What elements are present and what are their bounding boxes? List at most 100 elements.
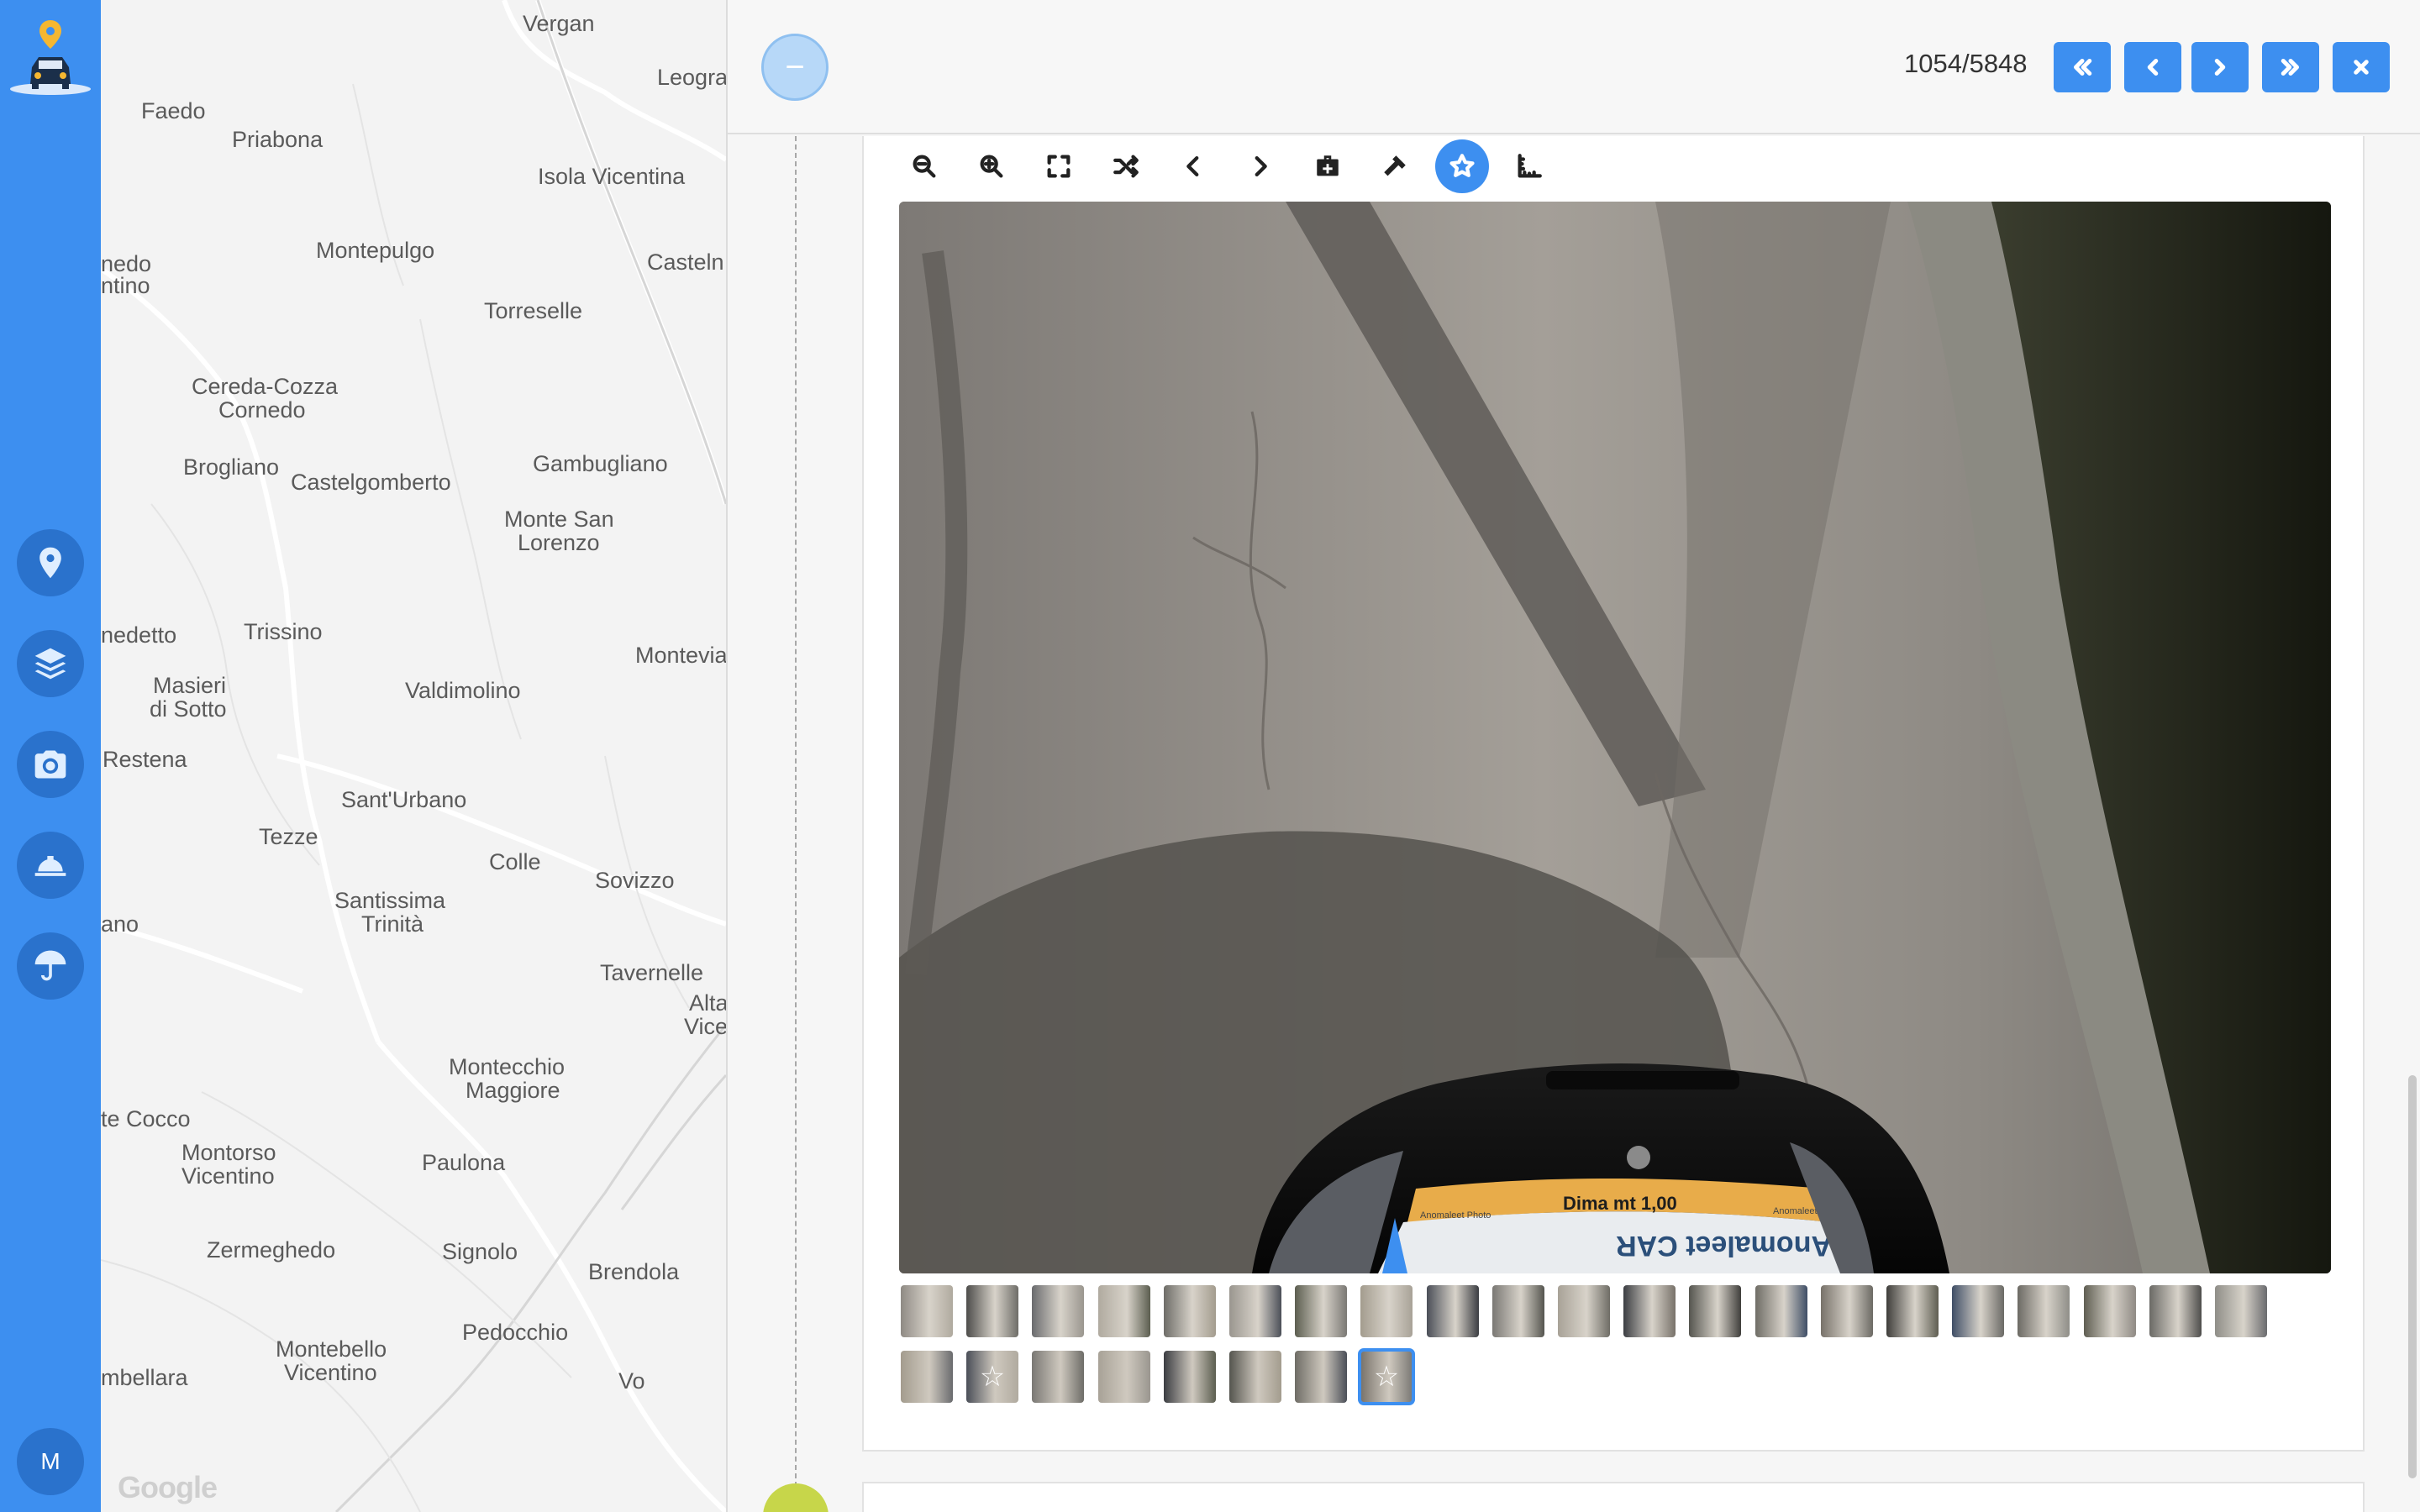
map-place-label: Masieri [153, 673, 227, 698]
thumbnail[interactable] [1229, 1351, 1281, 1403]
helmet-icon [34, 856, 66, 876]
app-logo[interactable] [8, 15, 92, 99]
fullscreen-button[interactable] [1032, 139, 1086, 193]
zoom-in-icon [980, 155, 1003, 178]
map-place-label: Montevia [635, 643, 726, 668]
helmet-button[interactable] [17, 832, 84, 899]
zoom-in-button[interactable] [965, 139, 1018, 193]
favorite-button[interactable] [1435, 139, 1489, 193]
map-marker-button[interactable] [17, 529, 84, 596]
map-place-label: Gambugliano [533, 451, 668, 476]
thumbnail[interactable] [1952, 1285, 2004, 1337]
map-place-label: Maggiore [466, 1078, 560, 1103]
map-place-label: Brendola [588, 1259, 680, 1284]
chevron-left-icon [1186, 155, 1199, 177]
next-photo-button[interactable] [2191, 42, 2249, 92]
map-place-label: Restena [103, 747, 187, 772]
medkit-icon [1317, 155, 1339, 176]
umbrella-icon [34, 950, 66, 981]
thumbnail[interactable] [1295, 1285, 1347, 1337]
map-place-label: Montecchio [449, 1054, 566, 1079]
next-button[interactable] [1234, 139, 1287, 193]
close-icon [2354, 60, 2369, 75]
thumbnail[interactable] [1360, 1285, 1413, 1337]
camera-button[interactable] [17, 731, 84, 798]
map-place-label: Faedo [141, 98, 206, 123]
thumbnail[interactable] [1032, 1351, 1084, 1403]
thumbnail[interactable] [1755, 1285, 1807, 1337]
chevron-left-icon [2147, 59, 2159, 76]
thumbnail[interactable] [2018, 1285, 2070, 1337]
thumbnail[interactable] [1098, 1285, 1150, 1337]
thumbnail[interactable] [901, 1351, 953, 1403]
measure-button[interactable] [1502, 139, 1556, 193]
map-roads [101, 0, 726, 1512]
zoom-out-icon [913, 155, 936, 178]
map-place-label: ntino [101, 273, 150, 298]
first-photo-button[interactable] [2054, 42, 2111, 92]
thumbnail[interactable] [2215, 1285, 2267, 1337]
star-icon: ☆ [979, 1361, 1006, 1393]
thumbnail[interactable] [1821, 1285, 1873, 1337]
panel-header: − 1054/5848 [728, 0, 2420, 134]
thumbnail[interactable] [1098, 1351, 1150, 1403]
timeline-marker[interactable] [763, 1483, 829, 1512]
map-place-label: Tezze [259, 824, 318, 849]
thumbnail[interactable] [1886, 1285, 1939, 1337]
thumbnail[interactable] [2149, 1285, 2202, 1337]
scrollbar[interactable] [2408, 1075, 2417, 1478]
user-avatar-button[interactable]: M [17, 1428, 84, 1495]
map-place-label: Signolo [442, 1239, 518, 1264]
thumbnail[interactable] [1164, 1351, 1216, 1403]
map-view[interactable]: Vergan Leogra Faedo Priabona Isola Vicen… [101, 0, 726, 1512]
map-place-label: Montepulgo [316, 238, 435, 263]
thumbnail[interactable] [2084, 1285, 2136, 1337]
hammer-button[interactable] [1368, 139, 1422, 193]
thumbnail[interactable] [966, 1285, 1018, 1337]
map-place-label: Lorenzo [518, 530, 600, 555]
thumbnail[interactable] [1295, 1351, 1347, 1403]
map-place-label: te Cocco [101, 1106, 191, 1131]
map-place-label: Paulona [422, 1150, 506, 1175]
thumbnail[interactable] [1558, 1285, 1610, 1337]
layers-button[interactable] [17, 630, 84, 697]
map-place-label: Vergan [523, 11, 595, 36]
road-photo[interactable]: Dima mt 1,00 Anomaleet Photo Anomaleet P… [899, 202, 2331, 1273]
map-place-label: Valdimolino [405, 678, 521, 703]
close-button[interactable] [2333, 42, 2390, 92]
photo-toolbar [897, 139, 1570, 193]
thumbnail[interactable] [1164, 1285, 1216, 1337]
map-place-label: Isola Vicentina [538, 164, 686, 189]
thumbnail[interactable] [901, 1285, 953, 1337]
thumbnail[interactable] [1623, 1285, 1676, 1337]
map-place-label: Montorso [182, 1140, 276, 1165]
map-place-label: Sant'Urbano [341, 787, 467, 812]
medkit-button[interactable] [1301, 139, 1355, 193]
thumbnail[interactable] [1492, 1285, 1544, 1337]
tape-label: Dima mt 1,00 [1563, 1193, 1677, 1214]
previous-photo-button[interactable] [2124, 42, 2181, 92]
chevron-right-icon [1255, 155, 1267, 177]
umbrella-button[interactable] [17, 932, 84, 1000]
zoom-out-button[interactable] [897, 139, 951, 193]
next-entry-card [862, 1482, 2365, 1512]
thumbnail[interactable]: ☆ [966, 1351, 1018, 1403]
last-photo-button[interactable] [2262, 42, 2319, 92]
timeline-line [795, 136, 797, 1512]
map-place-label: Monte San [504, 507, 614, 532]
map-place-label: nedetto [101, 622, 177, 648]
previous-button[interactable] [1166, 139, 1220, 193]
thumbnail[interactable] [1229, 1285, 1281, 1337]
thumbnail[interactable] [1427, 1285, 1479, 1337]
map-place-label: Vicentino [284, 1360, 377, 1385]
thumbnail-selected[interactable]: ☆ [1358, 1348, 1415, 1405]
thumbnail[interactable] [1689, 1285, 1741, 1337]
ruler-icon [1518, 154, 1542, 178]
thumbnail[interactable] [1032, 1285, 1084, 1337]
minus-icon: − [785, 48, 805, 86]
map-place-label: Torreselle [484, 298, 583, 323]
collapse-button[interactable]: − [761, 34, 829, 101]
map-place-label: Trissino [244, 619, 323, 644]
camera-icon [34, 750, 66, 779]
shuffle-button[interactable] [1099, 139, 1153, 193]
